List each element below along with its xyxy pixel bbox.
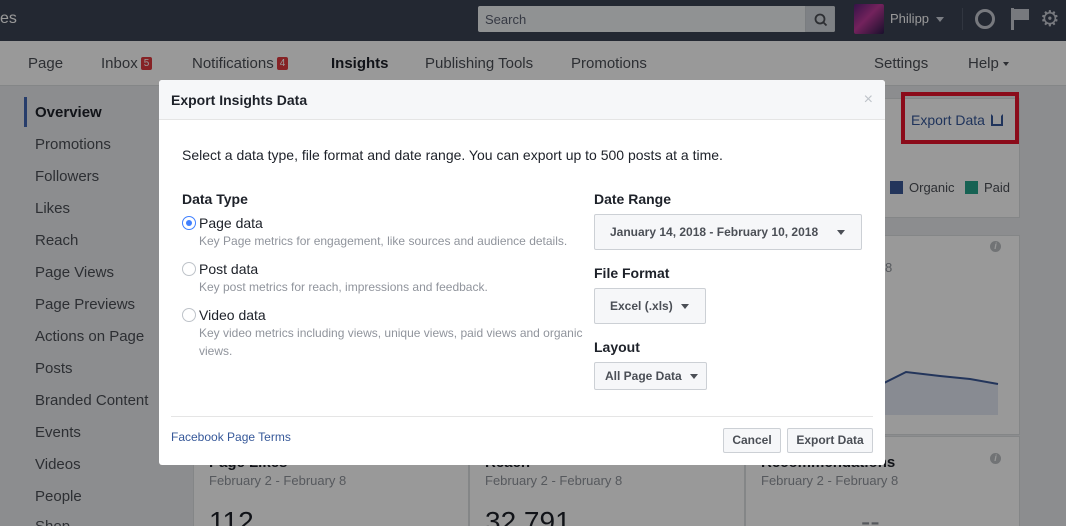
export-insights-dialog: Export Insights Data × Select a data typ… <box>159 80 885 465</box>
layout-select[interactable]: All Page Data <box>594 362 707 390</box>
option-label-post-data[interactable]: Post data <box>199 261 258 277</box>
option-label-page-data[interactable]: Page data <box>199 215 263 231</box>
cancel-button[interactable]: Cancel <box>723 428 781 453</box>
chevron-down-icon <box>690 374 698 379</box>
chevron-down-icon <box>681 304 689 309</box>
option-desc-page-data: Key Page metrics for engagement, like so… <box>199 234 568 248</box>
close-icon[interactable]: × <box>864 91 873 109</box>
radio-video-data[interactable] <box>182 308 196 322</box>
layout-label: Layout <box>594 339 640 355</box>
chevron-down-icon <box>837 230 845 235</box>
radio-post-data[interactable] <box>182 262 196 276</box>
export-data-button[interactable]: Export Data <box>787 428 873 453</box>
option-label-video-data[interactable]: Video data <box>199 307 266 323</box>
facebook-page-terms-link[interactable]: Facebook Page Terms <box>171 430 291 444</box>
data-type-label: Data Type <box>182 191 248 207</box>
file-format-select[interactable]: Excel (.xls) <box>594 288 706 324</box>
dialog-title: Export Insights Data <box>171 92 308 108</box>
option-desc-video-data: Key video metrics including views, uniqu… <box>199 326 583 358</box>
dialog-footer-divider <box>171 416 873 417</box>
option-desc-post-data: Key post metrics for reach, impressions … <box>199 280 488 294</box>
radio-page-data[interactable] <box>182 216 196 230</box>
date-range-label: Date Range <box>594 191 672 207</box>
file-format-label: File Format <box>594 265 670 281</box>
dialog-intro: Select a data type, file format and date… <box>182 147 723 163</box>
date-range-select[interactable]: January 14, 2018 - February 10, 2018 <box>594 214 862 250</box>
dialog-header: Export Insights Data × <box>159 80 885 120</box>
